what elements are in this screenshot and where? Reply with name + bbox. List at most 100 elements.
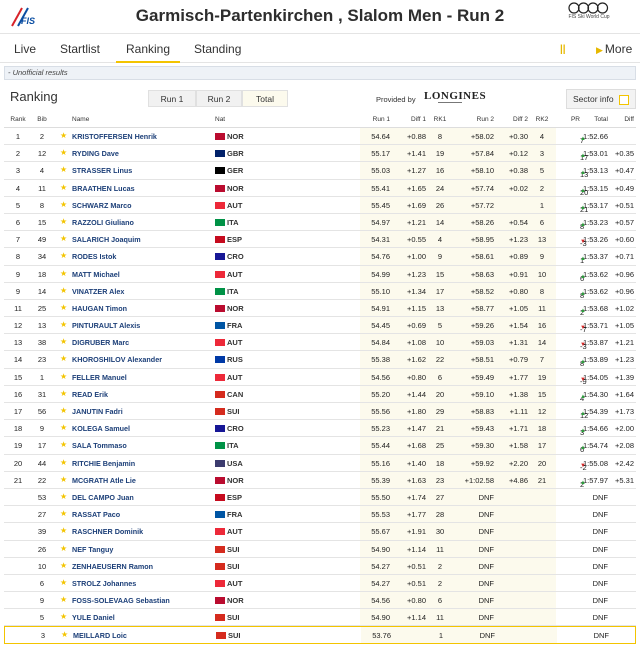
sector-info-checkbox[interactable] bbox=[619, 95, 629, 105]
cell-name[interactable]: SALA Tommaso bbox=[72, 441, 127, 450]
favorite-star-icon[interactable]: ★ bbox=[60, 423, 67, 432]
cell-name[interactable]: PINTURAULT Alexis bbox=[72, 321, 140, 330]
favorite-star-icon[interactable]: ★ bbox=[60, 183, 67, 192]
cell-name[interactable]: MEILLARD Loic bbox=[73, 631, 127, 640]
cell-name[interactable]: READ Erik bbox=[72, 390, 108, 399]
table-row[interactable]: 17 56 ★ JANUTIN Fadri SUI 55.56 +1.80 29 +58.83 +… bbox=[4, 403, 636, 421]
longines-logo[interactable]: LONGINES bbox=[424, 90, 486, 102]
favorite-star-icon[interactable]: ★ bbox=[60, 458, 67, 467]
table-row[interactable]: 15 1 ★ FELLER Manuel AUT 54.56 +0.80 6 +59.49 +1.… bbox=[4, 368, 636, 386]
table-row[interactable]: 12 13 ★ PINTURAULT Alexis FRA 54.45 +0.69 5 +59.… bbox=[4, 317, 636, 335]
col-rk2[interactable]: RK2 bbox=[532, 116, 552, 123]
cell-name[interactable]: RASCHNER Dominik bbox=[72, 527, 143, 536]
run2-button[interactable]: Run 2 bbox=[196, 90, 242, 107]
favorite-star-icon[interactable]: ★ bbox=[60, 217, 67, 226]
table-row[interactable]: 13 38 ★ DIGRUBER Marc AUT 54.84 +1.08 10 +59.03 +… bbox=[4, 334, 636, 352]
table-row[interactable]: 9 18 ★ MATT Michael AUT 54.99 +1.23 15 +58.63 +0.… bbox=[4, 265, 636, 283]
table-row[interactable]: 19 17 ★ SALA Tommaso ITA 55.44 +1.68 25 +59.30 +1… bbox=[4, 437, 636, 455]
favorite-star-icon[interactable]: ★ bbox=[60, 578, 67, 587]
col-rank[interactable]: Rank bbox=[8, 116, 28, 123]
favorite-star-icon[interactable]: ★ bbox=[60, 561, 67, 570]
favorite-star-icon[interactable]: ★ bbox=[60, 286, 67, 295]
cell-name[interactable]: KHOROSHILOV Alexander bbox=[72, 355, 162, 364]
col-run1[interactable]: Run 1 bbox=[356, 116, 390, 123]
cell-name[interactable]: JANUTIN Fadri bbox=[72, 407, 123, 416]
cell-name[interactable]: KRISTOFFERSEN Henrik bbox=[72, 132, 157, 141]
favorite-star-icon[interactable]: ★ bbox=[60, 320, 67, 329]
table-row[interactable]: 20 44 ★ RITCHIE Benjamin USA 55.16 +1.40 18 +59.… bbox=[4, 454, 636, 472]
table-row[interactable]: 16 31 ★ READ Erik CAN 55.20 +1.44 20 +59.10 +1.38… bbox=[4, 385, 636, 403]
favorite-star-icon[interactable]: ★ bbox=[60, 337, 67, 346]
cell-name[interactable]: STRASSER Linus bbox=[72, 166, 132, 175]
tab-standing[interactable]: Standing bbox=[194, 42, 241, 56]
cell-name[interactable]: FOSS-SOLEVAAG Sebastian bbox=[72, 596, 170, 605]
table-row[interactable]: 6 ★ STROLZ Johannes AUT 54.27 +0.51 2 DNF DNF bbox=[4, 574, 636, 593]
cell-name[interactable]: VINATZER Alex bbox=[72, 287, 124, 296]
favorite-star-icon[interactable]: ★ bbox=[60, 389, 67, 398]
cell-name[interactable]: SCHWARZ Marco bbox=[72, 201, 132, 210]
table-row[interactable]: 1 2 ★ KRISTOFFERSEN Henrik NOR 54.64 +0.88 8 +58… bbox=[4, 128, 636, 146]
more-button[interactable]: ▶ More bbox=[596, 42, 632, 56]
table-row[interactable]: 7 49 ★ SALARICH Joaquim ESP 54.31 +0.55 4 +58.95… bbox=[4, 231, 636, 249]
cell-name[interactable]: ZENHAEUSERN Ramon bbox=[72, 562, 153, 571]
favorite-star-icon[interactable]: ★ bbox=[60, 354, 67, 363]
cell-name[interactable]: BRAATHEN Lucas bbox=[72, 184, 135, 193]
col-diff1[interactable]: Diff 1 bbox=[394, 116, 426, 123]
table-row[interactable]: 18 9 ★ KOLEGA Samuel CRO 55.23 +1.47 21 +59.43 +1… bbox=[4, 420, 636, 438]
favorite-star-icon[interactable]: ★ bbox=[60, 200, 67, 209]
table-row[interactable]: 6 15 ★ RAZZOLI Giuliano ITA 54.97 +1.21 14 +58.2… bbox=[4, 213, 636, 232]
table-row[interactable]: 39 ★ RASCHNER Dominik AUT 55.67 +1.91 30 DNF DNF bbox=[4, 523, 636, 541]
favorite-star-icon[interactable]: ★ bbox=[60, 269, 67, 278]
cell-name[interactable]: RITCHIE Benjamin bbox=[72, 459, 135, 468]
tab-ranking[interactable]: Ranking bbox=[116, 42, 181, 63]
cell-name[interactable]: RODES Istok bbox=[72, 252, 116, 261]
cell-name[interactable]: MATT Michael bbox=[72, 270, 120, 279]
col-bib[interactable]: Bib bbox=[30, 116, 54, 123]
table-row[interactable]: 27 ★ RASSAT Paco FRA 55.53 +1.77 28 DNF DNF bbox=[4, 506, 636, 524]
cell-name[interactable]: KOLEGA Samuel bbox=[72, 424, 130, 433]
favorite-star-icon[interactable]: ★ bbox=[60, 440, 67, 449]
favorite-star-icon[interactable]: ★ bbox=[60, 544, 67, 553]
col-nat[interactable]: Nat bbox=[215, 116, 225, 123]
table-row[interactable]: 5 ★ YULE Daniel SUI 54.90 +1.14 11 DNF DNF bbox=[4, 609, 636, 627]
favorite-star-icon[interactable]: ★ bbox=[60, 234, 67, 243]
favorite-star-icon[interactable]: ★ bbox=[60, 612, 67, 621]
table-row[interactable]: 14 23 ★ KHOROSHILOV Alexander RUS 55.38 +1.62 2… bbox=[4, 351, 636, 369]
favorite-star-icon[interactable]: ★ bbox=[60, 148, 67, 157]
table-row[interactable]: 3 4 ★ STRASSER Linus GER 55.03 +1.27 16 +58.10 +0… bbox=[4, 162, 636, 180]
favorite-star-icon[interactable]: ★ bbox=[60, 165, 67, 174]
table-row[interactable]: 11 25 ★ HAUGAN Timon NOR 54.91 +1.15 13 +58.77 +1… bbox=[4, 299, 636, 318]
col-name[interactable]: Name bbox=[72, 116, 89, 123]
table-row[interactable]: 4 11 ★ BRAATHEN Lucas NOR 55.41 +1.65 24 +57.74 +… bbox=[4, 179, 636, 197]
table-row[interactable]: 9 14 ★ VINATZER Alex ITA 55.10 +1.34 17 +58.52 +0… bbox=[4, 282, 636, 300]
cell-name[interactable]: FELLER Manuel bbox=[72, 373, 127, 382]
cell-name[interactable]: DIGRUBER Marc bbox=[72, 338, 129, 347]
cell-name[interactable]: NEF Tanguy bbox=[72, 545, 113, 554]
table-row[interactable]: 9 ★ FOSS-SOLEVAAG Sebastian NOR 54.56 +0.80 6 D… bbox=[4, 592, 636, 610]
cell-name[interactable]: RYDING Dave bbox=[72, 149, 119, 158]
col-diff[interactable]: Diff bbox=[606, 116, 634, 123]
run1-button[interactable]: Run 1 bbox=[148, 90, 196, 107]
cell-name[interactable]: HAUGAN Timon bbox=[72, 304, 127, 313]
favorite-star-icon[interactable]: ★ bbox=[60, 595, 67, 604]
table-row[interactable]: 8 34 ★ RODES Istok CRO 54.76 +1.00 9 +58.61 +0.89… bbox=[4, 248, 636, 266]
favorite-star-icon[interactable]: ★ bbox=[60, 372, 67, 381]
cell-name[interactable]: STROLZ Johannes bbox=[72, 579, 136, 588]
table-row[interactable]: 21 22 ★ MCGRATH Atle Lie NOR 55.39 +1.63 23 +1:0… bbox=[4, 471, 636, 489]
favorite-star-icon[interactable]: ★ bbox=[60, 475, 67, 484]
favorite-star-icon[interactable]: ★ bbox=[60, 303, 67, 312]
col-run2[interactable]: Run 2 bbox=[452, 116, 494, 123]
favorite-star-icon[interactable]: ★ bbox=[60, 131, 67, 140]
sector-info-toggle[interactable]: Sector info bbox=[566, 89, 636, 109]
favorite-star-icon[interactable]: ★ bbox=[60, 251, 67, 260]
table-row[interactable]: 2 12 ★ RYDING Dave GBR 55.17 +1.41 19 +57.84 +0.1… bbox=[4, 145, 636, 163]
cell-name[interactable]: RAZZOLI Giuliano bbox=[72, 218, 134, 227]
cell-name[interactable]: RASSAT Paco bbox=[72, 510, 120, 519]
col-rk1[interactable]: RK1 bbox=[430, 116, 450, 123]
table-row[interactable]: 3 ★ MEILLARD Loic SUI 53.76 1 DNF DNF bbox=[4, 626, 636, 644]
col-total[interactable]: Total bbox=[576, 116, 608, 123]
table-row[interactable]: 53 ★ DEL CAMPO Juan ESP 55.50 +1.74 27 DNF DNF bbox=[4, 488, 636, 507]
cell-name[interactable]: MCGRATH Atle Lie bbox=[72, 476, 136, 485]
cell-name[interactable]: SALARICH Joaquim bbox=[72, 235, 141, 244]
total-button[interactable]: Total bbox=[242, 90, 288, 107]
